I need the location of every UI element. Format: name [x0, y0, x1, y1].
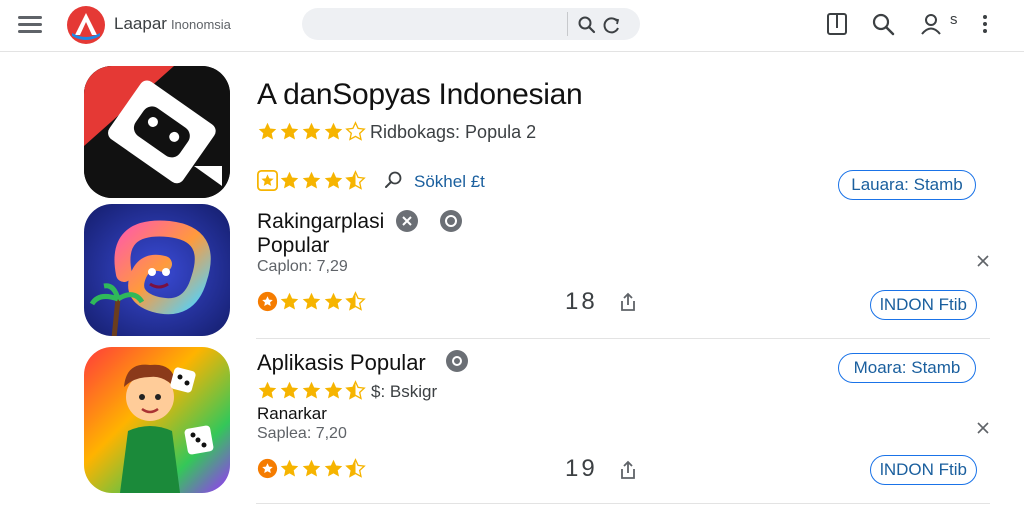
star-icon	[324, 381, 343, 399]
featured-app-title[interactable]: A danSopyas Indonesian	[257, 78, 583, 112]
app-meta: Caplon: 7,29	[257, 258, 348, 275]
star-icon	[280, 292, 299, 310]
share-icon[interactable]	[617, 291, 639, 313]
star-icon	[258, 381, 277, 399]
app-count: 18	[565, 288, 598, 315]
featured-app-icon[interactable]	[84, 66, 230, 198]
camera-search-icon[interactable]	[602, 15, 622, 35]
menu-icon[interactable]	[18, 13, 44, 35]
featured-rating-stars	[257, 121, 366, 142]
star-icon	[280, 459, 299, 477]
star-icon	[258, 122, 277, 140]
account-icon[interactable]	[918, 11, 944, 37]
brand-sub: Inonomsia	[170, 17, 231, 32]
rating-badge-icon	[257, 291, 278, 312]
rating-stars	[257, 291, 366, 312]
search-divider	[567, 12, 568, 36]
featured-rating-text: Ridbokags: Popula 2	[370, 122, 537, 142]
settings-icon	[446, 350, 468, 372]
app-list-item[interactable]: Aplikasis Popular $: Bskigr Ranarkar Sap…	[0, 345, 1024, 495]
share-icon[interactable]	[617, 459, 639, 481]
bookmark-icon[interactable]	[824, 11, 850, 37]
info-icon	[396, 210, 418, 232]
search-icon[interactable]	[870, 11, 896, 37]
featured-install-button[interactable]: Lauara: Stamb	[838, 170, 976, 200]
divider	[256, 338, 990, 339]
star-badge-icon	[257, 170, 278, 191]
app-list-item[interactable]: Rakingarplasi Popular Caplon: 7,29 18 lN…	[0, 204, 1024, 338]
featured-rating-stars-secondary	[257, 170, 366, 191]
star-half-icon	[345, 380, 366, 400]
star-icon	[302, 292, 321, 310]
logo-icon[interactable]	[66, 5, 106, 45]
install-button[interactable]: lNDON Ftib	[870, 290, 977, 320]
rating-stars	[257, 380, 366, 401]
star-icon	[302, 381, 321, 399]
dismiss-icon[interactable]	[974, 419, 992, 437]
star-icon	[324, 292, 343, 310]
account-suffix: s	[950, 11, 958, 28]
star-outline-icon	[345, 121, 366, 141]
install-button[interactable]: lNDON Ftib	[870, 455, 977, 485]
star-icon	[280, 122, 299, 140]
star-icon	[324, 459, 343, 477]
brand-main: Laapar	[114, 14, 167, 33]
app-icon[interactable]	[84, 204, 230, 336]
featured-app-row[interactable]: A danSopyas Indonesian Ridbokags: Popula…	[0, 64, 1024, 204]
more-vert-icon[interactable]	[972, 11, 998, 37]
app-count: 19	[565, 455, 598, 482]
featured-rating-link[interactable]: Sökhel £t	[414, 172, 485, 192]
star-icon	[324, 171, 343, 189]
app-subtitle: Ranarkar	[257, 404, 327, 423]
app-meta: Saplea: 7,20	[257, 425, 347, 442]
star-icon	[302, 171, 321, 189]
star-half-icon	[345, 291, 366, 311]
app-subtitle: Popular	[257, 234, 330, 257]
star-icon	[280, 381, 299, 399]
star-icon	[302, 459, 321, 477]
star-icon	[280, 171, 299, 189]
app-title[interactable]: Rakingarplasi	[257, 210, 384, 234]
search-input[interactable]	[316, 8, 556, 40]
star-half-icon	[345, 170, 366, 190]
app-title[interactable]: Aplikasis Popular	[257, 350, 426, 376]
star-icon	[324, 122, 343, 140]
rating-badge-icon	[257, 458, 278, 479]
brand-name: Laapar Inonomsia	[114, 14, 231, 34]
globe-icon	[440, 210, 462, 232]
app-rating-text: $: Bskigr	[371, 382, 438, 401]
top-app-bar: Laapar Inonomsia s	[0, 0, 1024, 52]
search-bar	[302, 8, 640, 40]
divider	[256, 503, 990, 504]
star-icon	[302, 122, 321, 140]
search-icon[interactable]	[384, 170, 404, 190]
top-install-button[interactable]: Moara: Stamb	[838, 353, 976, 383]
rating-stars	[257, 458, 366, 479]
search-icon[interactable]	[577, 15, 597, 35]
dismiss-icon[interactable]	[974, 252, 992, 270]
app-icon[interactable]	[84, 347, 230, 493]
star-half-icon	[345, 458, 366, 478]
